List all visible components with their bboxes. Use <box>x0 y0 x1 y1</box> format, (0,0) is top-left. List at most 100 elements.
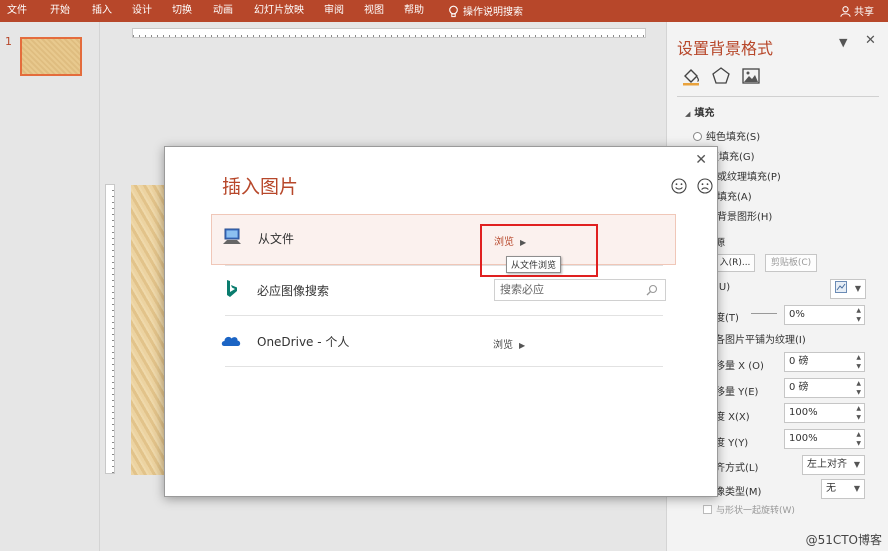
bing-logo-icon <box>227 280 237 297</box>
computer-icon <box>223 228 241 244</box>
offset-x-label: 移量 X (O) <box>715 361 764 372</box>
mirror-type-dropdown[interactable]: 无 ▼ <box>821 479 865 499</box>
transparency-spinner[interactable]: 0% ▲ ▼ <box>784 305 865 325</box>
spinner-arrows-icon: ▲ ▼ <box>856 307 861 323</box>
bing-search-input[interactable]: 搜索必应 <box>494 279 666 301</box>
pane-close-icon[interactable]: ✕ <box>865 33 876 48</box>
frown-feedback-icon[interactable] <box>697 178 713 194</box>
tab-design[interactable]: 设计 <box>132 4 152 18</box>
fill-bucket-icon[interactable] <box>681 66 701 86</box>
tell-me-label: 操作说明搜索 <box>463 7 523 18</box>
vertical-ruler <box>105 184 115 474</box>
alignment-label: 齐方式(L) <box>715 463 759 474</box>
scale-y-spinner[interactable]: 100% ▲ ▼ <box>784 429 865 449</box>
checkbox-label: 与形状一起旋转(W) <box>716 506 795 516</box>
insert-picture-button[interactable]: 入(R)... <box>715 254 755 272</box>
tab-slideshow[interactable]: 幻灯片放映 <box>254 4 304 18</box>
offset-y-label: 移量 Y(E) <box>715 387 759 398</box>
alignment-dropdown[interactable]: 左上对齐 ▼ <box>802 455 865 475</box>
share-button[interactable]: 共享 <box>840 3 874 18</box>
spinner-value: 100% <box>789 407 818 418</box>
dialog-close-icon[interactable]: ✕ <box>695 152 707 168</box>
tab-animations[interactable]: 动画 <box>213 4 233 18</box>
spinner-value: 0 磅 <box>789 382 809 393</box>
browse-onedrive-link[interactable]: 浏览 ▶ <box>493 336 525 351</box>
spinner-value: 100% <box>789 433 818 444</box>
radio-label: 纯色填充(S) <box>706 132 761 143</box>
radio-solid-fill[interactable]: 纯色填充(S) <box>693 128 760 143</box>
search-placeholder: 搜索必应 <box>500 283 544 296</box>
tell-me-search[interactable]: 操作说明搜索 <box>448 3 523 18</box>
insert-picture-dialog: ✕ 插入图片 从文件 浏览 ▶ 必应图像搜索 搜索必应 OneDrive - 个… <box>164 146 718 497</box>
tab-home[interactable]: 开始 <box>50 4 70 18</box>
tab-view[interactable]: 视图 <box>364 4 384 18</box>
checkbox-box <box>703 505 712 514</box>
spinner-arrows-icon: ▲ ▼ <box>856 431 861 447</box>
radio-circle <box>693 132 702 141</box>
browse-tooltip: 从文件浏览 <box>506 256 562 273</box>
pane-options-dropdown[interactable]: ▼ <box>839 36 847 49</box>
radio-picture-texture-fill[interactable]: 片或纹理填充(P) <box>707 168 781 183</box>
onedrive-row[interactable]: OneDrive - 个人 浏览 ▶ <box>211 318 676 366</box>
spinner-value: 0% <box>789 309 805 320</box>
row-divider <box>225 366 663 367</box>
scale-x-spinner[interactable]: 100% ▲ ▼ <box>784 403 865 423</box>
bing-search-row: 必应图像搜索 搜索必应 <box>211 267 676 315</box>
smile-feedback-icon[interactable] <box>671 178 687 194</box>
scale-x-label: 度 X(X) <box>715 412 750 423</box>
tab-help[interactable]: 帮助 <box>404 4 424 18</box>
watermark: @51CTO博客 <box>805 533 882 547</box>
ribbon-tab-bar: 文件 开始 插入 设计 切换 动画 幻灯片放映 审阅 视图 帮助 操作说明搜索 … <box>0 0 888 22</box>
offset-y-spinner[interactable]: 0 磅 ▲ ▼ <box>784 378 865 398</box>
pentagon-effects-icon[interactable] <box>711 66 731 86</box>
from-file-row[interactable]: 从文件 浏览 ▶ <box>211 214 676 265</box>
offset-x-spinner[interactable]: 0 磅 ▲ ▼ <box>784 352 865 372</box>
onedrive-label: OneDrive - 个人 <box>257 335 350 349</box>
rotate-with-shape-checkbox[interactable]: 与形状一起旋转(W) <box>703 503 795 516</box>
onedrive-cloud-icon <box>221 336 241 346</box>
spinner-arrows-icon: ▲ ▼ <box>856 354 861 370</box>
spinner-arrows-icon: ▲ ▼ <box>856 380 861 396</box>
pane-divider <box>677 96 879 97</box>
pane-title: 设置背景格式 <box>677 39 774 58</box>
tab-file[interactable]: 文件 <box>7 4 27 18</box>
chevron-down-icon: ▼ <box>854 284 861 293</box>
texture-swatch-icon <box>835 281 847 293</box>
browse-label: 浏览 <box>493 340 513 351</box>
search-icon[interactable] <box>646 284 658 296</box>
slide-thumbnail[interactable] <box>20 37 82 76</box>
from-file-label: 从文件 <box>258 232 295 246</box>
fill-section-header[interactable]: ◢ 填充 <box>685 104 714 119</box>
tab-transitions[interactable]: 切换 <box>172 4 192 18</box>
texture-picker[interactable]: ▼ <box>830 279 866 299</box>
chevron-down-icon: ▼ <box>853 484 860 493</box>
caret-right-icon: ▶ <box>519 341 526 350</box>
slide-number: 1 <box>5 35 12 48</box>
share-label: 共享 <box>854 7 874 18</box>
dialog-title: 插入图片 <box>222 176 299 198</box>
tile-picture-checkbox[interactable]: 各图片平铺为纹理(I) <box>715 331 806 346</box>
chevron-down-icon: ▼ <box>853 460 860 469</box>
radio-label: 片或纹理填充(P) <box>707 172 781 183</box>
bing-search-label: 必应图像搜索 <box>257 284 330 298</box>
person-icon <box>840 6 851 17</box>
dropdown-value: 左上对齐 <box>807 459 847 470</box>
tab-review[interactable]: 审阅 <box>324 4 344 18</box>
tab-insert[interactable]: 插入 <box>92 4 112 18</box>
powerpoint-window: 文件 开始 插入 设计 切换 动画 幻灯片放映 审阅 视图 帮助 操作说明搜索 … <box>0 0 888 551</box>
picture-icon[interactable] <box>741 66 761 86</box>
clipboard-button[interactable]: 剪贴板(C) <box>765 254 817 272</box>
collapse-triangle-icon: ◢ <box>685 110 691 118</box>
slide-thumbnail-pane: 1 <box>0 22 100 551</box>
lightbulb-icon <box>449 5 458 18</box>
scale-y-label: 度 Y(Y) <box>715 438 749 449</box>
row-divider <box>225 315 663 316</box>
transparency-slider[interactable] <box>751 313 777 314</box>
dropdown-value: 无 <box>826 483 836 494</box>
mirror-type-label: 像类型(M) <box>715 487 762 498</box>
fill-section-label: 填充 <box>694 108 715 119</box>
spinner-value: 0 磅 <box>789 356 809 367</box>
transparency-label: 度(T) <box>715 313 739 324</box>
horizontal-ruler <box>132 28 646 38</box>
spinner-arrows-icon: ▲ ▼ <box>856 405 861 421</box>
